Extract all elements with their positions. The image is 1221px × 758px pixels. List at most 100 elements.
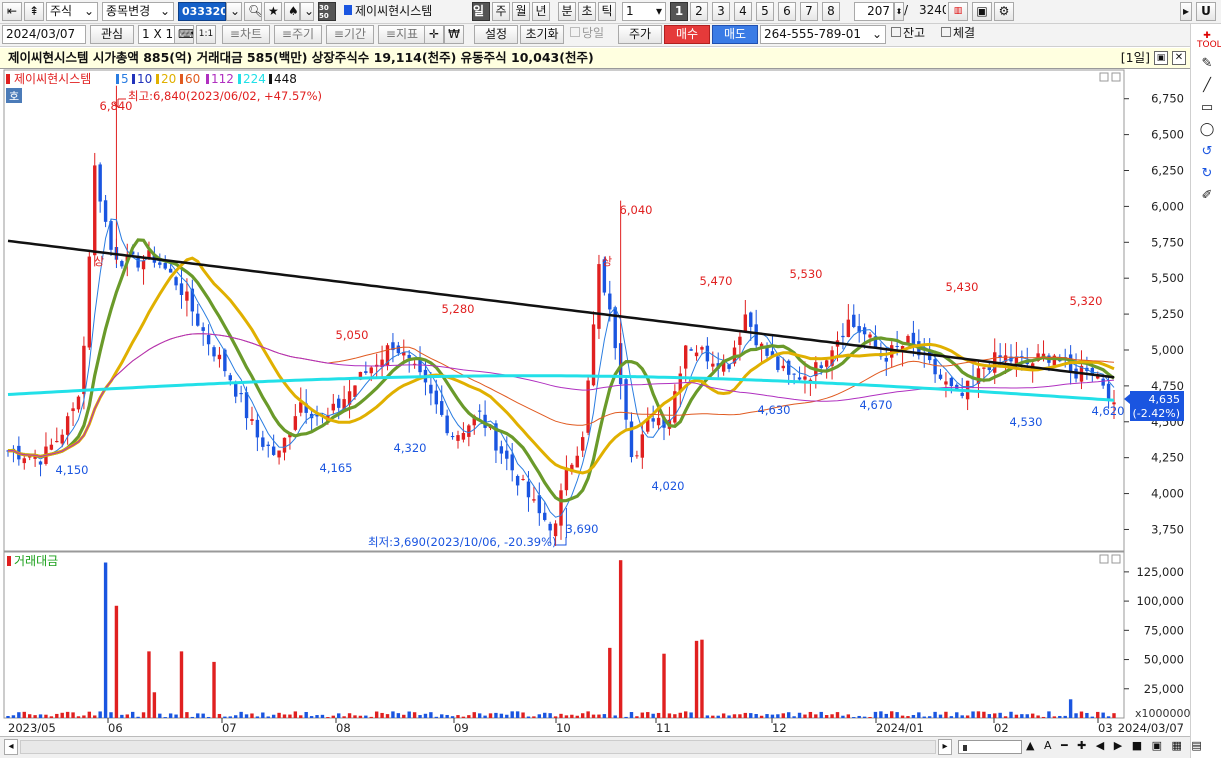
search-icon[interactable]: 🔍︎	[244, 2, 262, 21]
won-icon[interactable]: ₩	[444, 25, 464, 44]
buy-button[interactable]: 매수	[664, 25, 710, 44]
volume-bar	[158, 713, 162, 718]
chart-area[interactable]: 6,750 6,500 6,250 6,000 5,750 5,500 5,250 5,000…	[0, 69, 1190, 736]
save-icon[interactable]: ▣	[972, 2, 992, 21]
count-spin-icon[interactable]: ⬍	[894, 2, 904, 21]
volume-bar	[418, 715, 422, 718]
tab-period-tick[interactable]: 틱	[598, 2, 616, 21]
scroll-right-icon[interactable]: ▸	[938, 739, 952, 755]
crosshair-icon[interactable]: ✛	[424, 25, 444, 44]
volume-bar	[683, 711, 688, 718]
current-price-pointer-icon	[1124, 394, 1130, 404]
display-count-input[interactable]: 207	[854, 2, 894, 21]
tab-period-year[interactable]: 년	[532, 2, 550, 21]
scroll-left-icon[interactable]: ◂	[4, 739, 18, 755]
scrollbar-track[interactable]	[20, 740, 936, 754]
volume-bar	[65, 711, 70, 718]
indicator-button[interactable]: ≡지표	[378, 25, 426, 44]
size-toggle-button[interactable]: 30 50	[318, 2, 336, 21]
settings-button[interactable]: 설정	[474, 25, 518, 44]
change-stock-select[interactable]: 종목변경 ⌄	[102, 2, 174, 21]
volume-minimize-icon[interactable]	[1099, 554, 1109, 564]
slot-4[interactable]: 4	[734, 2, 752, 21]
slot-8[interactable]: 8	[822, 2, 840, 21]
price-label: 4,150	[56, 463, 89, 477]
circle-icon[interactable]: ◯	[1197, 122, 1217, 137]
arrow-left-icon[interactable]: ▸	[1180, 2, 1192, 21]
view-controls[interactable]: ▲ A ━ ✚ ◀ ▶ ■ ▣ ▦ ▤	[1026, 739, 1205, 752]
period-value-select[interactable]: 1 ▾	[622, 2, 666, 21]
volume-bar	[412, 712, 417, 718]
candle-body	[158, 262, 162, 265]
candle-body	[255, 419, 260, 438]
volume-bar	[87, 711, 92, 718]
slot-7[interactable]: 7	[800, 2, 818, 21]
volume-bar	[1112, 713, 1116, 718]
date-input[interactable]: 2024/03/07 ▦	[2, 25, 86, 44]
tab-period-day[interactable]: 일	[472, 2, 490, 21]
tab-period-month[interactable]: 월	[512, 2, 530, 21]
fills-checkbox[interactable]: 체결	[938, 25, 982, 44]
upload-icon[interactable]: ⇞	[24, 2, 44, 21]
tab-period-minute[interactable]: 분	[558, 2, 576, 21]
rectangle-icon[interactable]: ▭	[1197, 100, 1217, 115]
chevron-down-icon[interactable]: ⌄	[300, 2, 314, 21]
u-button[interactable]: U	[1196, 2, 1216, 21]
account-select[interactable]: 264-555-789-01 ⌄	[760, 25, 886, 44]
price-axis-label: 3,750	[1151, 522, 1184, 536]
price-label: 3,690	[566, 522, 599, 536]
volume-bar	[1090, 716, 1095, 718]
gear-icon[interactable]: ⚙	[994, 2, 1014, 21]
volume-bar	[1068, 699, 1073, 718]
close-icon[interactable]: ✕	[1172, 51, 1186, 65]
stock-code-input[interactable]: 033320	[178, 2, 226, 21]
legend-ma10: 10	[137, 72, 152, 86]
volume-pane[interactable]	[3, 551, 1125, 719]
chart-button[interactable]: ≡차트	[222, 25, 270, 44]
price-button[interactable]: 주가	[618, 25, 662, 44]
tool-icon[interactable]: ✚ TOOL	[1197, 32, 1221, 50]
tab-period-second[interactable]: 초	[578, 2, 596, 21]
code-dropdown-icon[interactable]: ⌄	[226, 2, 242, 21]
volume-bar	[250, 713, 254, 718]
volume-bar	[515, 711, 520, 718]
candle-body	[456, 435, 460, 441]
candle-mode-icon[interactable]: ▥	[948, 2, 968, 21]
sell-button[interactable]: 매도	[712, 25, 758, 44]
market-select[interactable]: 주식 ⌄	[46, 2, 98, 21]
tab-period-week[interactable]: 주	[492, 2, 510, 21]
restore-icon[interactable]: ▣	[1154, 51, 1168, 65]
candle-body	[185, 291, 189, 301]
pane-minimize-icon[interactable]	[1099, 72, 1109, 82]
redo-icon[interactable]: ↻	[1197, 166, 1217, 181]
candle-body	[543, 512, 547, 520]
candle-body	[944, 381, 948, 385]
slot-1[interactable]: 1	[670, 2, 688, 21]
zoom-slider[interactable]	[958, 740, 1022, 754]
watch-button[interactable]: 관심	[90, 25, 134, 44]
one-to-one-button[interactable]: 1:1	[196, 25, 216, 44]
volume-bar	[532, 716, 536, 718]
candle-body	[201, 327, 205, 331]
pane-close-icon[interactable]	[1111, 72, 1121, 82]
clear-icon[interactable]: ✐	[1197, 188, 1217, 203]
price-axis-label: 5,250	[1151, 307, 1184, 321]
slot-3[interactable]: 3	[712, 2, 730, 21]
reset-button[interactable]: 초기화	[520, 25, 564, 44]
slot-2[interactable]: 2	[690, 2, 708, 21]
spade-icon[interactable]: ♠	[284, 2, 300, 21]
keyboard-icon[interactable]: ⌨	[174, 25, 194, 44]
slot-5[interactable]: 5	[756, 2, 774, 21]
balance-checkbox[interactable]: 잔고	[888, 25, 932, 44]
slot-6[interactable]: 6	[778, 2, 796, 21]
undo-icon[interactable]: ↺	[1197, 144, 1217, 159]
star-icon[interactable]: ★	[264, 2, 282, 21]
line-icon[interactable]: ╱	[1197, 78, 1217, 93]
eraser-icon[interactable]: ✎	[1197, 56, 1217, 71]
today-checkbox[interactable]: 당일	[567, 25, 615, 44]
candle-body	[651, 418, 655, 422]
cycle-button[interactable]: ≡주기	[274, 25, 322, 44]
volume-close-icon[interactable]	[1111, 554, 1121, 564]
range-button[interactable]: ≡기간	[326, 25, 374, 44]
pin-icon[interactable]: ⇤	[2, 2, 22, 21]
